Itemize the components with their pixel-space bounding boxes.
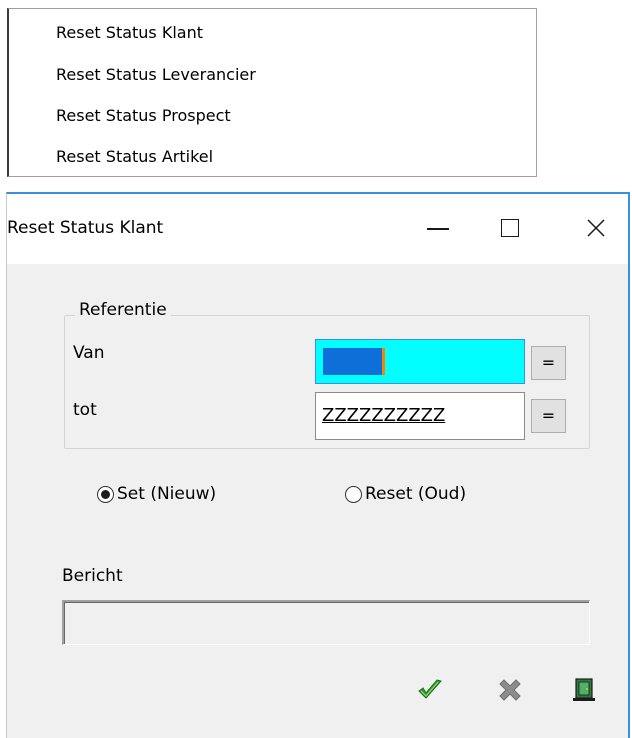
radio-unchecked-icon — [345, 485, 362, 503]
tot-lookup-button[interactable]: = — [531, 399, 566, 433]
menu-item-reset-status-artikel[interactable]: Reset Status Artikel — [56, 143, 213, 171]
reset-oud-radio[interactable]: Reset (Oud) — [345, 482, 466, 506]
close-button[interactable] — [573, 206, 619, 250]
set-nieuw-label: Set (Nieuw) — [117, 484, 217, 504]
menu-item-reset-status-klant[interactable]: Reset Status Klant — [56, 19, 203, 47]
tot-input[interactable]: ZZZZZZZZZZ — [315, 392, 525, 440]
cancel-button[interactable] — [495, 675, 525, 705]
minimize-button[interactable] — [415, 206, 461, 250]
reset-oud-label: Reset (Oud) — [365, 484, 467, 504]
bericht-field — [62, 600, 590, 645]
dialog-titlebar[interactable]: Reset Status Klant — [7, 194, 628, 264]
van-text-selection — [323, 348, 385, 375]
bericht-label: Bericht — [62, 566, 123, 586]
menu-item-reset-status-prospect[interactable]: Reset Status Prospect — [56, 102, 231, 130]
ok-button[interactable] — [415, 675, 445, 705]
radio-dot-icon — [101, 489, 110, 499]
reset-status-menu: Reset Status Klant Reset Status Leveranc… — [7, 8, 537, 177]
reset-status-dialog: Reset Status Klant Referentie Van = tot … — [6, 192, 630, 738]
tot-label: tot — [73, 400, 97, 420]
van-label: Van — [73, 343, 105, 363]
exit-door-icon — [573, 678, 595, 701]
radio-checked-icon — [97, 485, 114, 503]
referentie-group-title: Referentie — [75, 298, 171, 322]
van-input[interactable] — [315, 339, 525, 384]
checkmark-icon — [418, 679, 442, 699]
exit-button[interactable] — [569, 675, 599, 705]
dialog-title: Reset Status Klant — [7, 218, 164, 238]
maximize-button[interactable] — [487, 206, 533, 250]
menu-item-reset-status-leverancier[interactable]: Reset Status Leverancier — [56, 61, 256, 89]
close-icon — [587, 219, 605, 237]
set-nieuw-radio[interactable]: Set (Nieuw) — [97, 482, 216, 506]
cancel-x-icon — [499, 679, 521, 701]
van-lookup-button[interactable]: = — [531, 346, 566, 380]
